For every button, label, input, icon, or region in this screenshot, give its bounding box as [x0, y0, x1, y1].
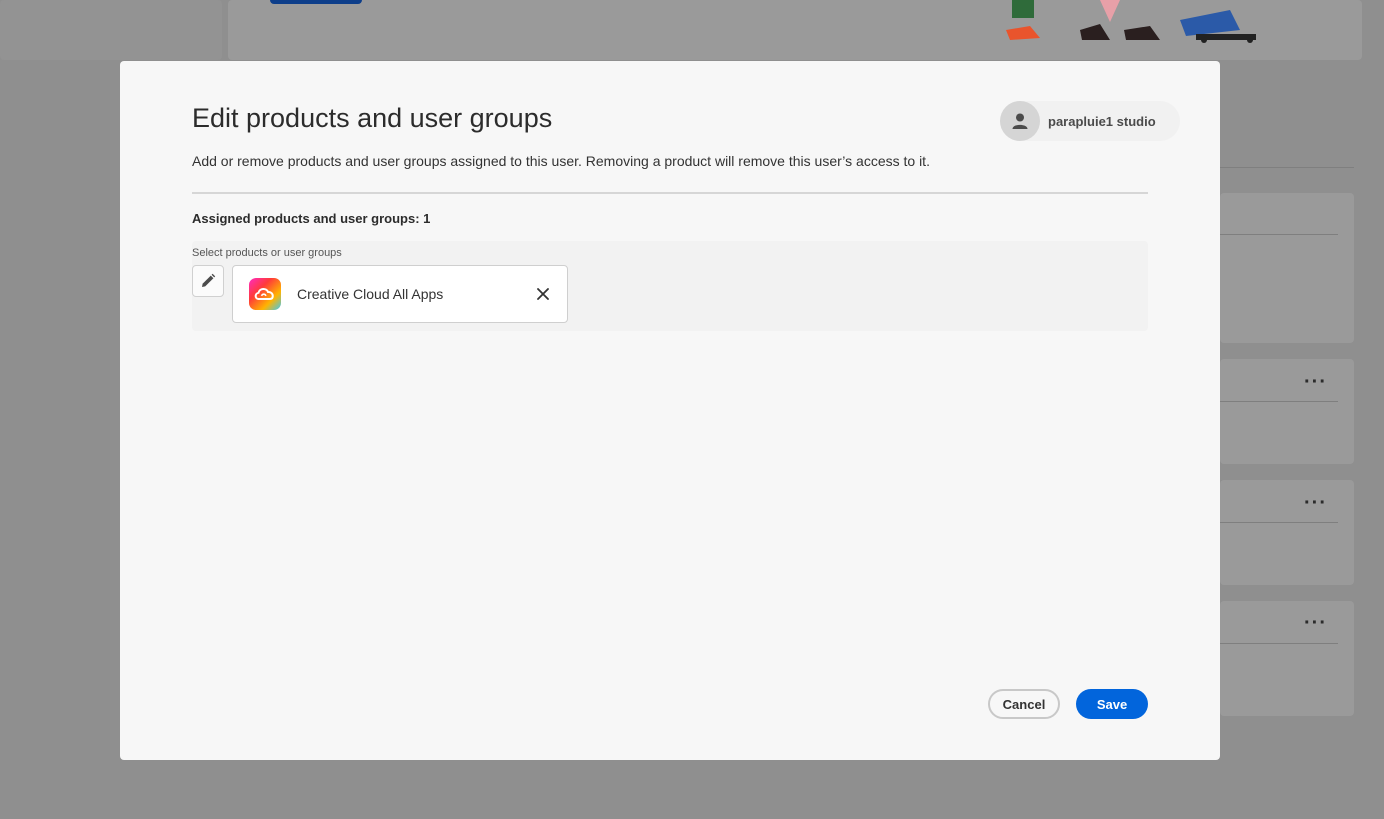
background-divider: [1220, 401, 1338, 402]
illustration-image: [1006, 0, 1256, 43]
dialog-title: Edit products and user groups: [192, 103, 553, 133]
more-icon: ···: [1304, 492, 1327, 514]
product-tag: Creative Cloud All Apps: [232, 265, 568, 323]
background-divider: [1220, 167, 1354, 168]
save-button[interactable]: Save: [1076, 689, 1148, 719]
more-icon: ···: [1304, 612, 1327, 634]
assigned-count-label: Assigned products and user groups: 1: [192, 211, 431, 226]
select-label: Select products or user groups: [192, 247, 342, 259]
dialog-description: Add or remove products and user groups a…: [192, 153, 930, 169]
creative-cloud-icon: [249, 278, 281, 310]
avatar: [1000, 101, 1040, 141]
background-divider: [1220, 643, 1338, 644]
background-card-2: [1220, 359, 1354, 464]
background-button: [270, 0, 362, 4]
background-card-4: [1220, 601, 1354, 716]
pencil-icon: [202, 273, 216, 287]
edit-products-dialog: Edit products and user groups Add or rem…: [120, 61, 1220, 760]
product-name: Creative Cloud All Apps: [297, 286, 444, 302]
background-divider: [1220, 522, 1338, 523]
user-icon: [1012, 113, 1028, 129]
user-name: parapluie1 studio: [1048, 113, 1156, 129]
section-divider: [192, 192, 1148, 194]
close-icon: [537, 288, 549, 300]
user-chip: parapluie1 studio: [1000, 101, 1180, 141]
background-card-1: [1220, 193, 1354, 343]
background-card-3: [1220, 480, 1354, 585]
more-icon: ···: [1304, 371, 1327, 393]
background-divider: [1220, 234, 1338, 235]
background-panel-left: [0, 0, 222, 60]
remove-product-button[interactable]: [533, 284, 553, 304]
product-selector: Select products or user groups Creative …: [192, 241, 1148, 331]
cancel-button[interactable]: Cancel: [988, 689, 1060, 719]
edit-products-button[interactable]: [192, 265, 224, 297]
